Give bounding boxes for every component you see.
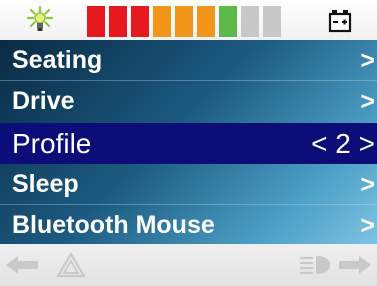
menu-item-bluetooth-mouse[interactable]: Bluetooth Mouse > [0, 205, 377, 246]
chevron-right-icon: > [360, 87, 375, 115]
battery-icon [328, 10, 352, 33]
menu-item-drive[interactable]: Drive > [0, 81, 377, 122]
battery-segment [197, 6, 215, 37]
menu-item-label: Sleep [12, 170, 79, 198]
chevron-right-icon: > [360, 211, 375, 239]
profile-value-selector[interactable]: < 2 > [311, 128, 375, 160]
menu-item-label: Seating [12, 46, 103, 74]
battery-segment [241, 6, 259, 37]
menu-item-label: Bluetooth Mouse [12, 211, 215, 239]
chevron-right-icon: > [360, 170, 375, 198]
chevron-right-icon: > [360, 46, 375, 74]
menu-item-profile[interactable]: Profile < 2 > [0, 123, 377, 164]
left-arrow-icon[interactable] [4, 254, 40, 276]
right-arrow-icon[interactable] [337, 254, 373, 276]
battery-segment [109, 6, 127, 37]
menu-item-seating[interactable]: Seating > [0, 40, 377, 81]
menu-item-label: Drive [12, 87, 75, 115]
status-bar [0, 0, 377, 40]
menu-list: Seating > Drive > Profile < 2 > Sleep > … [0, 40, 377, 244]
menu-item-sleep[interactable]: Sleep > [0, 164, 377, 205]
battery-gauge [87, 6, 281, 37]
battery-segment [131, 6, 149, 37]
headlight-sun-icon [26, 5, 54, 31]
battery-segment [87, 6, 105, 37]
battery-segment [219, 6, 237, 37]
battery-segment [263, 6, 281, 37]
bottom-bar [0, 244, 377, 286]
battery-segment [153, 6, 171, 37]
screen: Seating > Drive > Profile < 2 > Sleep > … [0, 0, 377, 286]
hazard-icon[interactable] [56, 252, 86, 278]
horn-light-icon[interactable] [298, 253, 332, 277]
battery-segment [175, 6, 193, 37]
